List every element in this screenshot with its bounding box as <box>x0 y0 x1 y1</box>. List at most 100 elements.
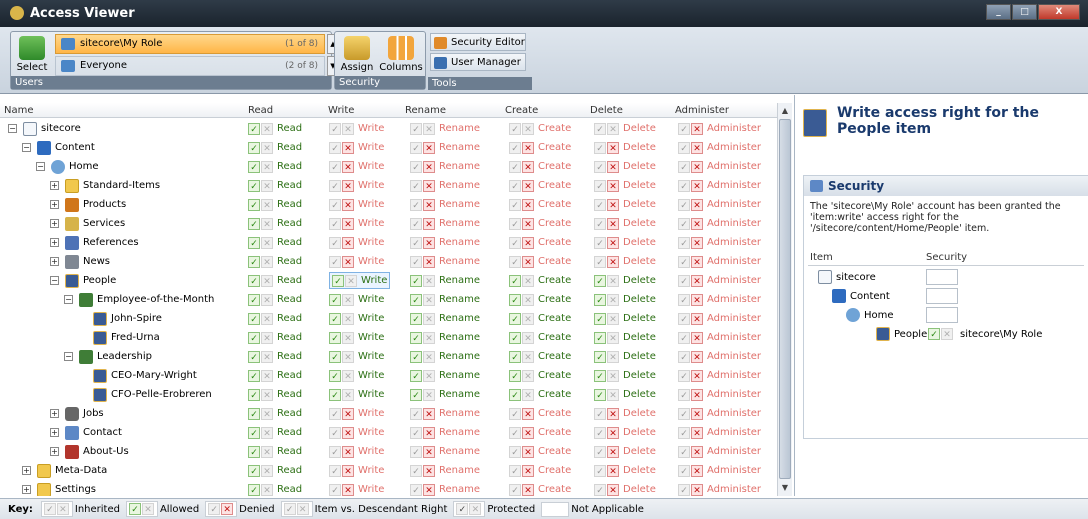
check-icon[interactable]: ✓ <box>509 160 521 173</box>
header-read[interactable]: Read <box>248 105 273 116</box>
x-icon[interactable]: ✕ <box>691 464 703 477</box>
check-icon[interactable]: ✓ <box>410 369 422 382</box>
grid-row[interactable]: CEO-Mary-Wright ✓ ✕ Read ✓ ✕ Write ✓ ✕ Rename ✓ ✕ Cr… <box>0 366 777 385</box>
right-cell-delete[interactable]: ✓ ✕ Delete <box>594 253 656 270</box>
x-icon[interactable]: ✕ <box>691 445 703 458</box>
x-icon[interactable]: ✕ <box>423 122 435 135</box>
check-icon[interactable]: ✓ <box>248 179 260 192</box>
x-icon[interactable]: ✕ <box>342 217 354 230</box>
check-icon[interactable]: ✓ <box>329 141 341 154</box>
x-icon[interactable]: ✕ <box>423 464 435 477</box>
check-icon[interactable]: ✓ <box>410 160 422 173</box>
grid-row[interactable]: + Contact ✓ ✕ Read ✓ ✕ Write ✓ ✕ Rename ✓ ✕ Create ✓ ✕ D… <box>0 423 777 442</box>
x-icon[interactable]: ✕ <box>691 426 703 439</box>
right-cell-create[interactable]: ✓ ✕ Create <box>509 348 571 365</box>
x-icon[interactable]: ✕ <box>261 350 273 363</box>
security-editor-button[interactable]: Security Editor <box>430 33 526 51</box>
right-cell-create[interactable]: ✓ ✕ Create <box>509 196 571 213</box>
expand-icon[interactable]: + <box>50 238 59 247</box>
check-icon[interactable]: ✓ <box>594 464 606 477</box>
check-icon[interactable]: ✓ <box>410 388 422 401</box>
right-cell-write[interactable]: ✓ ✕ Write <box>329 120 384 137</box>
right-cell-administer[interactable]: ✓ ✕ Administer <box>678 329 761 346</box>
x-icon[interactable]: ✕ <box>342 369 354 382</box>
x-icon[interactable]: ✕ <box>423 198 435 211</box>
right-cell-administer[interactable]: ✓ ✕ Administer <box>678 367 761 384</box>
right-cell-rename[interactable]: ✓ ✕ Rename <box>410 443 480 460</box>
right-cell-read[interactable]: ✓ ✕ Read <box>248 462 302 479</box>
check-icon[interactable]: ✓ <box>594 179 606 192</box>
right-cell-read[interactable]: ✓ ✕ Read <box>248 291 302 308</box>
x-icon[interactable]: ✕ <box>423 445 435 458</box>
check-icon[interactable]: ✓ <box>678 350 690 363</box>
x-icon[interactable]: ✕ <box>423 160 435 173</box>
x-icon[interactable]: ✕ <box>261 160 273 173</box>
tree-node[interactable]: + Standard-Items <box>50 176 160 195</box>
right-cell-delete[interactable]: ✓ ✕ Delete <box>594 481 656 496</box>
expand-icon[interactable]: + <box>50 219 59 228</box>
right-cell-write[interactable]: ✓ ✕ Write <box>329 443 384 460</box>
check-icon[interactable]: ✓ <box>248 464 260 477</box>
x-icon[interactable]: ✕ <box>607 198 619 211</box>
check-icon[interactable]: ✓ <box>410 350 422 363</box>
check-icon[interactable]: ✓ <box>678 331 690 344</box>
x-icon[interactable]: ✕ <box>522 198 534 211</box>
x-icon[interactable]: ✕ <box>607 122 619 135</box>
grid-row[interactable]: Fred-Urna ✓ ✕ Read ✓ ✕ Write ✓ ✕ Rename ✓ ✕ Create ✓ ✕… <box>0 328 777 347</box>
right-cell-administer[interactable]: ✓ ✕ Administer <box>678 348 761 365</box>
right-cell-create[interactable]: ✓ ✕ Create <box>509 158 571 175</box>
check-icon[interactable]: ✓ <box>329 236 341 249</box>
check-icon[interactable]: ✓ <box>594 312 606 325</box>
x-icon[interactable]: ✕ <box>522 312 534 325</box>
check-icon[interactable]: ✓ <box>248 350 260 363</box>
x-icon[interactable]: ✕ <box>607 445 619 458</box>
check-icon[interactable]: ✓ <box>410 179 422 192</box>
right-cell-write[interactable]: ✓ ✕ Write <box>329 253 384 270</box>
x-icon[interactable]: ✕ <box>607 141 619 154</box>
check-icon[interactable]: ✓ <box>678 122 690 135</box>
x-icon[interactable]: ✕ <box>522 426 534 439</box>
x-icon[interactable]: ✕ <box>691 141 703 154</box>
x-icon[interactable]: ✕ <box>607 179 619 192</box>
check-icon[interactable]: ✓ <box>410 122 422 135</box>
x-icon[interactable]: ✕ <box>261 331 273 344</box>
right-cell-create[interactable]: ✓ ✕ Create <box>509 291 571 308</box>
check-icon[interactable]: ✓ <box>329 350 341 363</box>
x-icon[interactable]: ✕ <box>691 179 703 192</box>
right-cell-delete[interactable]: ✓ ✕ Delete <box>594 386 656 403</box>
right-cell-delete[interactable]: ✓ ✕ Delete <box>594 443 656 460</box>
grid-row[interactable]: John-Spire ✓ ✕ Read ✓ ✕ Write ✓ ✕ Rename ✓ ✕ Create ✓… <box>0 309 777 328</box>
x-icon[interactable]: ✕ <box>691 217 703 230</box>
x-icon[interactable]: ✕ <box>342 331 354 344</box>
x-icon[interactable]: ✕ <box>691 236 703 249</box>
header-administer[interactable]: Administer <box>675 105 729 116</box>
x-icon[interactable]: ✕ <box>691 312 703 325</box>
expand-icon[interactable]: + <box>50 181 59 190</box>
right-cell-write[interactable]: ✓ ✕ Write <box>329 367 384 384</box>
check-icon[interactable]: ✓ <box>678 255 690 268</box>
expand-icon[interactable]: + <box>50 257 59 266</box>
check-icon[interactable]: ✓ <box>509 236 521 249</box>
check-icon[interactable]: ✓ <box>410 426 422 439</box>
tree-node[interactable]: − Employee-of-the-Month <box>64 290 214 309</box>
right-cell-create[interactable]: ✓ ✕ Create <box>509 481 571 496</box>
right-cell-delete[interactable]: ✓ ✕ Delete <box>594 291 656 308</box>
x-icon[interactable]: ✕ <box>423 407 435 420</box>
collapse-icon[interactable]: − <box>64 295 73 304</box>
grid-row[interactable]: + Settings ✓ ✕ Read ✓ ✕ Write ✓ ✕ Rename ✓ ✕ Create ✓ ✕… <box>0 480 777 496</box>
x-icon[interactable]: ✕ <box>423 331 435 344</box>
check-icon[interactable]: ✓ <box>248 293 260 306</box>
right-cell-delete[interactable]: ✓ ✕ Delete <box>594 310 656 327</box>
tree-node[interactable]: + Jobs <box>50 404 104 423</box>
x-icon[interactable]: ✕ <box>522 388 534 401</box>
right-cell-write[interactable]: ✓ ✕ Write <box>329 481 384 496</box>
right-cell-create[interactable]: ✓ ✕ Create <box>509 386 571 403</box>
right-cell-administer[interactable]: ✓ ✕ Administer <box>678 386 761 403</box>
right-cell-read[interactable]: ✓ ✕ Read <box>248 481 302 496</box>
check-icon[interactable]: ✓ <box>248 426 260 439</box>
check-icon[interactable]: ✓ <box>678 217 690 230</box>
check-icon[interactable]: ✓ <box>248 198 260 211</box>
columns-button[interactable]: Columns <box>379 36 423 73</box>
right-cell-rename[interactable]: ✓ ✕ Rename <box>410 310 480 327</box>
check-icon[interactable]: ✓ <box>329 445 341 458</box>
